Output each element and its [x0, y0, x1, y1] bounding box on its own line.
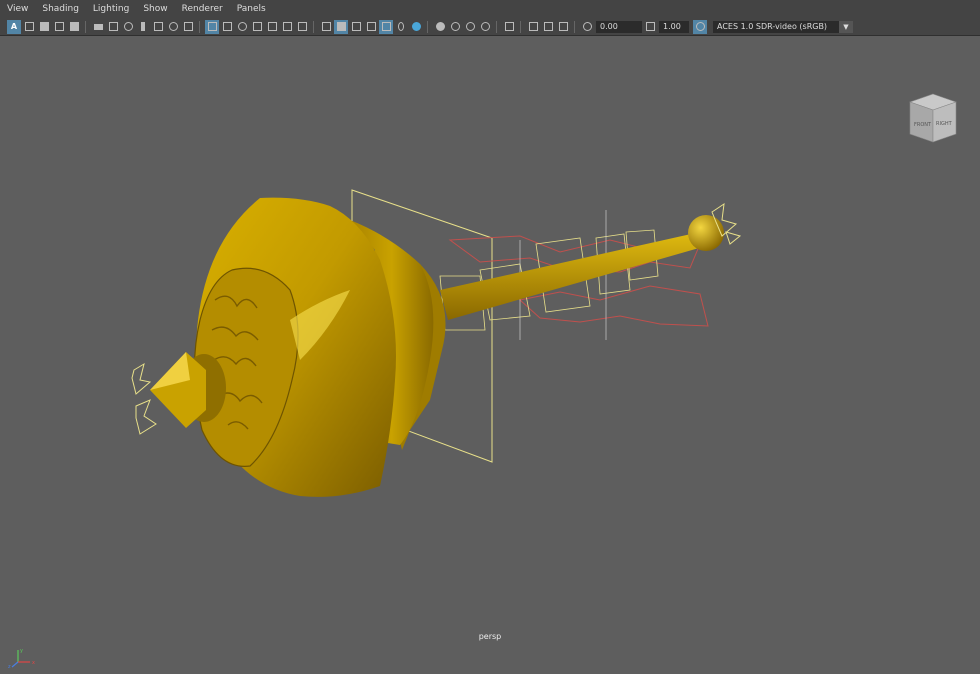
mace-head[interactable] — [150, 197, 446, 497]
color-space-dropdown[interactable]: ACES 1.0 SDR-video (sRGB) ▼ — [713, 20, 853, 33]
viewport-toolbar: A 0.00 1.00 ACES 1.0 SDR-video (sRGB) ▼ — [0, 18, 980, 36]
grease-pencil-icon[interactable] — [166, 20, 180, 34]
mace-shaft[interactable] — [440, 215, 724, 320]
camera-tumble-icon[interactable] — [121, 20, 135, 34]
menu-panels[interactable]: Panels — [230, 0, 273, 18]
bookmarks-icon[interactable] — [37, 20, 51, 34]
smooth-shade-all-icon[interactable] — [334, 19, 348, 34]
menu-view[interactable]: View — [0, 0, 35, 18]
use-all-lights-icon[interactable] — [379, 19, 393, 34]
viewport-menubar: View Shading Lighting Show Renderer Pane… — [0, 0, 980, 18]
axis-x-label: x — [32, 660, 35, 666]
grid-icon[interactable] — [205, 19, 219, 34]
isolate-select-icon[interactable] — [502, 20, 516, 34]
grid-toggle-icon[interactable] — [67, 20, 81, 34]
menu-lighting[interactable]: Lighting — [86, 0, 136, 18]
gamma-icon[interactable] — [643, 20, 657, 34]
camera-move-icon[interactable] — [181, 20, 195, 34]
shadows-icon[interactable] — [409, 20, 423, 34]
xray-icon[interactable] — [526, 20, 540, 34]
lightbulb-icon[interactable] — [394, 20, 408, 34]
camera-icon[interactable] — [91, 20, 105, 34]
wireframe-icon[interactable] — [319, 20, 333, 34]
perspective-viewport[interactable]: FRONT RIGHT y x z — [0, 36, 980, 670]
separator — [313, 20, 314, 33]
color-space-label: ACES 1.0 SDR-video (sRGB) — [717, 21, 828, 31]
separator — [574, 20, 575, 33]
axis-z-label: z — [8, 664, 11, 670]
camera-label: persp — [478, 632, 502, 641]
film-gate-icon[interactable] — [220, 20, 234, 34]
bookmark-flag-icon[interactable] — [136, 20, 150, 34]
field-chart-icon[interactable] — [265, 20, 279, 34]
shaft-end-knob — [688, 215, 724, 251]
menu-renderer[interactable]: Renderer — [175, 0, 230, 18]
motion-blur-icon[interactable] — [448, 20, 462, 34]
textured-icon[interactable] — [364, 20, 378, 34]
separator — [85, 20, 86, 33]
wireframe-on-shaded-icon[interactable] — [349, 20, 363, 34]
xray-active-components-icon[interactable] — [541, 20, 555, 34]
select-camera-icon[interactable]: A — [7, 19, 21, 34]
separator — [199, 20, 200, 33]
2d-pan-zoom-icon[interactable] — [151, 20, 165, 34]
resolution-gate-icon[interactable] — [235, 20, 249, 34]
axis-y-label: y — [20, 648, 23, 654]
camera-attributes-icon[interactable] — [22, 20, 36, 34]
axis-gizmo: y x z — [8, 646, 38, 674]
view-cube[interactable]: FRONT RIGHT — [906, 92, 960, 150]
xray-joints-icon[interactable] — [556, 20, 570, 34]
safe-title-icon[interactable] — [295, 20, 309, 34]
menu-show[interactable]: Show — [136, 0, 174, 18]
screen-space-ao-icon[interactable] — [433, 20, 447, 34]
view-cube-right-label: RIGHT — [936, 121, 953, 127]
scene-canvas — [131, 189, 742, 497]
chevron-down-icon[interactable]: ▼ — [839, 20, 853, 33]
view-cube-front-label: FRONT — [914, 122, 932, 128]
separator — [496, 20, 497, 33]
depth-of-field-icon[interactable] — [478, 20, 492, 34]
image-plane-icon[interactable] — [52, 20, 66, 34]
menu-shading[interactable]: Shading — [35, 0, 86, 18]
color-management-icon[interactable] — [693, 19, 707, 34]
multisample-aa-icon[interactable] — [463, 20, 477, 34]
exposure-field[interactable]: 0.00 — [596, 20, 642, 33]
gamma-field[interactable]: 1.00 — [659, 20, 689, 33]
move-manipulator-left[interactable] — [131, 362, 157, 435]
separator — [520, 20, 521, 33]
gate-mask-icon[interactable] — [250, 20, 264, 34]
separator — [427, 20, 428, 33]
safe-action-icon[interactable] — [280, 20, 294, 34]
view-cube-icon[interactable]: FRONT RIGHT — [906, 92, 960, 146]
exposure-icon[interactable] — [580, 20, 594, 34]
camera-lock-icon[interactable] — [106, 20, 120, 34]
